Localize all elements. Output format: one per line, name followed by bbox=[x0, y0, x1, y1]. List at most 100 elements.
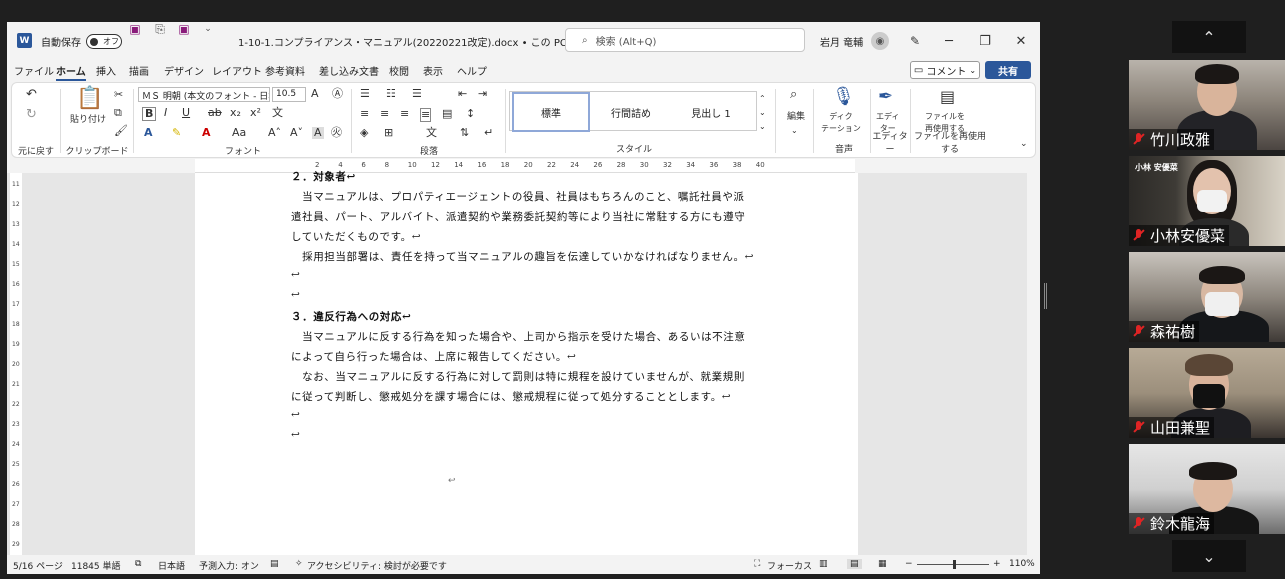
style-heading-1[interactable]: 見出し 1 bbox=[672, 92, 750, 132]
edit-dropdown-icon[interactable]: ⌄ bbox=[791, 125, 798, 137]
document-line[interactable]: なお、当マニュアルに反する行為に対して罰則は特に規程を設けていませんが、就業規則 bbox=[291, 369, 745, 384]
highlight-icon[interactable]: ✎ bbox=[172, 127, 181, 139]
italic-icon[interactable]: I bbox=[164, 107, 167, 119]
focus-mode[interactable]: フォーカス bbox=[767, 559, 812, 572]
microphone-icon[interactable]: 🎙 bbox=[832, 87, 855, 107]
zoom-out-button[interactable]: − bbox=[905, 559, 913, 569]
strikethrough-icon[interactable]: ab bbox=[208, 107, 222, 119]
asian-layout-icon[interactable]: 文 bbox=[426, 127, 437, 139]
text-prediction[interactable]: 予測入力: オン bbox=[199, 559, 259, 572]
document-line[interactable]: ３．違反行為への対応↩ bbox=[291, 309, 411, 324]
document-line[interactable]: ↩ bbox=[291, 429, 300, 441]
user-name[interactable]: 岩月 竜輔 bbox=[820, 22, 863, 60]
print-layout-icon[interactable]: ▤ bbox=[847, 559, 862, 569]
phonetic-guide-icon[interactable]: 文 bbox=[272, 107, 283, 119]
justify-icon[interactable]: ≡ bbox=[420, 108, 432, 122]
minimize-button[interactable]: ─ bbox=[932, 22, 966, 60]
vertical-scrollbar[interactable] bbox=[1027, 173, 1040, 559]
paste-label[interactable]: 貼り付け bbox=[70, 114, 106, 126]
share-button[interactable]: 共有 bbox=[985, 61, 1031, 79]
customize-quick-access-icon[interactable]: ⌄ bbox=[201, 22, 215, 36]
vertical-ruler[interactable]: 11 12 13 14 15 16 17 18 19 20 21 22 23 24 25 26 27 28 29 bbox=[10, 173, 22, 559]
bullets-icon[interactable]: ☰ bbox=[360, 88, 370, 100]
panel-resize-handle[interactable] bbox=[1044, 283, 1047, 309]
shading-icon[interactable]: ◈ bbox=[360, 127, 368, 139]
line-spacing-icon[interactable]: ↕ bbox=[466, 108, 475, 120]
participant-tile[interactable]: 竹川政雅 bbox=[1129, 60, 1285, 150]
document-line[interactable]: に従って判断し、懲戒処分を課す場合には、懲戒規程に従って処分することとします。↩ bbox=[291, 389, 731, 404]
prediction-icon[interactable]: ▤ bbox=[270, 559, 279, 569]
sort-icon[interactable]: ⇅ bbox=[460, 127, 469, 139]
paste-icon[interactable]: 📋 bbox=[76, 87, 103, 111]
find-icon[interactable]: ⌕ bbox=[790, 88, 797, 101]
styles-scroll-down-icon[interactable]: ⌄ bbox=[759, 107, 766, 119]
style-no-spacing[interactable]: 行間詰め bbox=[592, 92, 670, 132]
tab-layout[interactable]: レイアウト bbox=[212, 63, 262, 78]
show-marks-icon[interactable]: ↵ bbox=[484, 127, 493, 139]
styles-scroll-up-icon[interactable]: ⌃ bbox=[759, 93, 766, 105]
tab-review[interactable]: 校閲 bbox=[389, 63, 409, 78]
redo-icon[interactable]: ↻ bbox=[26, 108, 37, 121]
clear-format-icon[interactable]: Ⓐ bbox=[332, 88, 343, 100]
style-normal[interactable]: 標準 bbox=[512, 92, 590, 132]
font-color-icon[interactable]: A bbox=[202, 127, 211, 139]
dictation-label[interactable]: ディク テーション bbox=[821, 111, 861, 135]
tab-mailings[interactable]: 差し込み文書 bbox=[319, 63, 379, 78]
multilevel-list-icon[interactable]: ☰ bbox=[412, 88, 422, 100]
document-line[interactable]: 遣社員、パート、アルバイト、派遣契約や業務委託契約等により当社に常駐する方にも遵… bbox=[291, 209, 745, 224]
reuse-files-icon[interactable]: ▤ bbox=[940, 87, 955, 107]
comment-button[interactable]: ▭ コメント ⌄ bbox=[910, 61, 980, 79]
superscript-icon[interactable]: x² bbox=[250, 107, 261, 119]
page-count[interactable]: 5/16 ページ bbox=[13, 559, 63, 572]
font-name-select[interactable]: ＭＳ 明朝 (本文のフォント - 日本 bbox=[138, 87, 270, 102]
zoom-in-button[interactable]: + bbox=[993, 559, 1001, 569]
word-count[interactable]: 11845 単語 bbox=[71, 559, 121, 572]
read-mode-icon[interactable]: ▥ bbox=[819, 559, 828, 569]
align-left-icon[interactable]: ≡ bbox=[360, 108, 369, 120]
edit-label[interactable]: 編集 bbox=[787, 111, 805, 123]
format-painter-icon[interactable]: 🖌 bbox=[114, 125, 128, 137]
autosave-toggle[interactable]: オフ bbox=[86, 33, 122, 49]
document-line[interactable]: していただくものです。↩ bbox=[291, 229, 421, 244]
tab-help[interactable]: ヘルプ bbox=[457, 63, 487, 78]
undo-icon[interactable]: ↶ bbox=[26, 88, 37, 101]
restore-button[interactable]: ❐ bbox=[968, 22, 1002, 60]
font-size-select[interactable]: 10.5 bbox=[272, 87, 306, 102]
styles-more-icon[interactable]: ⌄ bbox=[759, 121, 766, 133]
proofing-icon[interactable]: ⧉ bbox=[135, 559, 141, 569]
document-line[interactable]: ２．対象者↩ bbox=[291, 169, 356, 184]
underline-icon[interactable]: U bbox=[182, 107, 190, 119]
decrease-indent-icon[interactable]: ⇤ bbox=[458, 88, 467, 100]
document-line[interactable]: 当マニュアルに反する行為を知った場合や、上司から指示を受けた場合、あるいは不注意 bbox=[291, 329, 745, 344]
zoom-slider-thumb[interactable] bbox=[953, 560, 956, 569]
cut-icon[interactable]: ✂ bbox=[114, 89, 123, 101]
document-page[interactable]: ↩ ２．対象者↩ 当マニュアルは、プロパティエージェントの役員、社員はもちろんの… bbox=[195, 171, 858, 559]
document-line[interactable]: ↩ bbox=[291, 289, 300, 301]
search-box[interactable]: ⌕ 検索 (Alt+Q) bbox=[565, 28, 805, 52]
pen-icon[interactable]: ✎ bbox=[898, 22, 932, 60]
participant-tile[interactable]: 山田兼聖 bbox=[1129, 348, 1285, 438]
accessibility-icon[interactable]: ✧ bbox=[295, 559, 303, 569]
grow-font-size-icon[interactable]: A˄ bbox=[268, 127, 281, 139]
user-avatar-icon[interactable]: ◉ bbox=[871, 32, 889, 50]
participant-tile[interactable]: 小林 安優菜 小林安優菜 bbox=[1129, 156, 1285, 246]
document-line[interactable]: 当マニュアルは、プロパティエージェントの役員、社員はもちろんのこと、嘱託社員や派 bbox=[291, 189, 745, 204]
web-layout-icon[interactable]: ▦ bbox=[878, 559, 887, 569]
distributed-icon[interactable]: ▤ bbox=[442, 108, 452, 120]
focus-icon[interactable]: ⛶ bbox=[754, 559, 760, 569]
tab-design[interactable]: デザイン bbox=[164, 63, 204, 78]
document-line[interactable]: 採用担当部署は、責任を持って当マニュアルの趣旨を伝達していかなければなりません。… bbox=[291, 249, 754, 264]
close-button[interactable]: ✕ bbox=[1004, 22, 1038, 60]
increase-indent-icon[interactable]: ⇥ bbox=[478, 88, 487, 100]
shrink-font-size-icon[interactable]: A˅ bbox=[290, 127, 303, 139]
copy-icon[interactable]: ⧉ bbox=[114, 107, 122, 119]
subscript-icon[interactable]: x₂ bbox=[230, 107, 241, 119]
character-shading-icon[interactable]: A bbox=[312, 127, 324, 139]
grow-font-icon[interactable]: A bbox=[311, 88, 319, 100]
autosave[interactable]: 自動保存 オフ bbox=[41, 22, 122, 60]
tab-draw[interactable]: 描画 bbox=[129, 63, 149, 78]
document-line[interactable]: によって自ら行った場合は、上席に報告してください。↩ bbox=[291, 349, 576, 364]
tab-view[interactable]: 表示 bbox=[423, 63, 443, 78]
chevron-up-icon[interactable]: ⌃ bbox=[1172, 21, 1246, 53]
accessibility-status[interactable]: アクセシビリティ: 検討が必要です bbox=[307, 559, 447, 572]
